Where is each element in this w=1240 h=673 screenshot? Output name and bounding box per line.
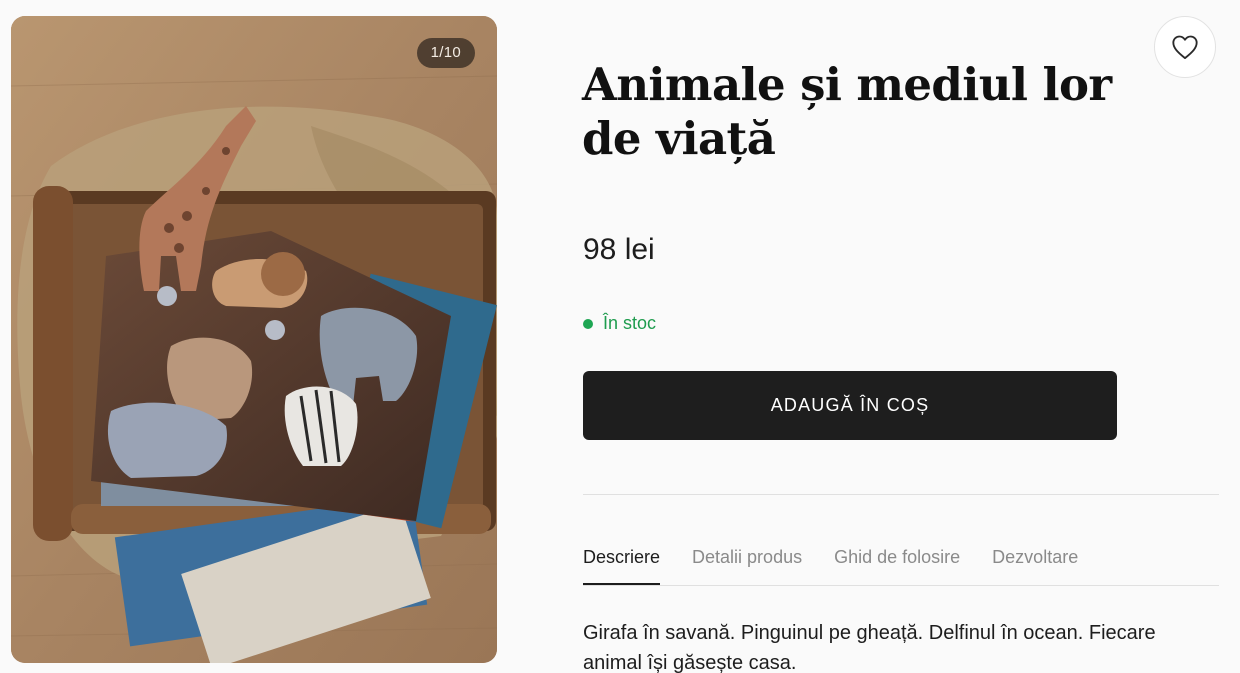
heart-icon [1172,35,1198,60]
product-page: 1/10 Animale și mediul lor de viață 98 l… [0,0,1240,673]
product-gallery[interactable]: 1/10 [11,16,497,663]
tab-descriere[interactable]: Descriere [583,538,661,585]
add-to-cart-button[interactable]: ADAUGĂ ÎN COȘ [583,371,1117,440]
stock-status: În stoc [583,313,656,334]
divider [583,494,1219,495]
product-description: Girafa în savană. Pinguinul pe gheață. D… [583,622,1156,673]
image-counter: 1/10 [416,38,475,68]
product-tabs: Descriere Detalii produs Ghid de folosir… [583,538,1219,586]
wishlist-button[interactable] [1154,16,1216,78]
stock-label: În stoc [603,313,657,333]
product-image[interactable] [11,16,497,663]
tab-ghid-de-folosire[interactable]: Ghid de folosire [834,538,960,584]
stock-dot-icon [583,318,593,329]
product-price: 98 lei [583,233,655,266]
tab-dezvoltare[interactable]: Dezvoltare [992,538,1078,584]
tab-detalii-produs[interactable]: Detalii produs [692,538,802,584]
product-title: Animale și mediul lor de viață [582,58,1112,165]
